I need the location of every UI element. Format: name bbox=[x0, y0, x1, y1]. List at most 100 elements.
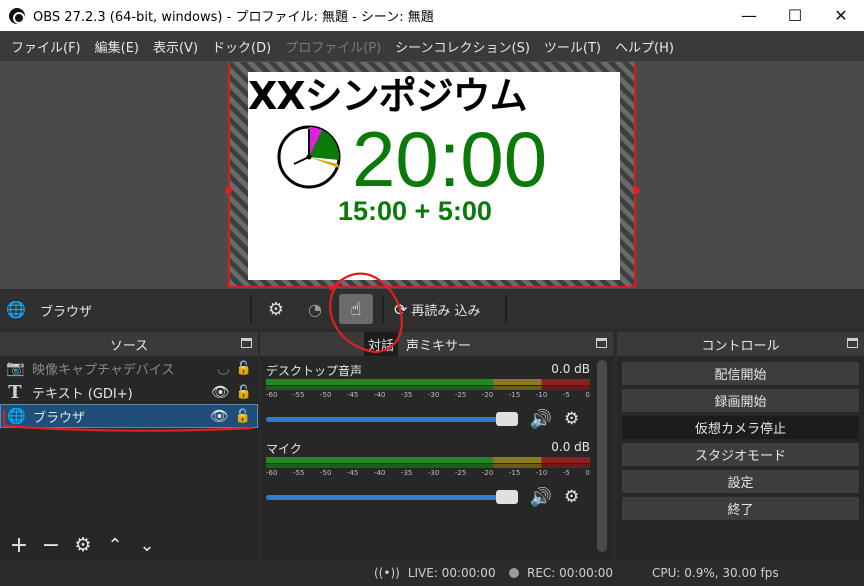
menu-profile: プロファイル(P) bbox=[285, 40, 382, 56]
menu-view[interactable]: 表示(V) bbox=[146, 37, 205, 56]
settings-button[interactable]: 設定 bbox=[622, 470, 859, 493]
undock-icon[interactable] bbox=[241, 338, 252, 348]
lock-icon[interactable]: 🔓 bbox=[236, 385, 252, 400]
eye-icon[interactable]: 👁 bbox=[211, 383, 230, 401]
cpu-status: CPU: 0.9%, 30.00 fps bbox=[652, 566, 779, 580]
refresh-icon: ⟳ bbox=[394, 300, 408, 319]
channel-name: マイク bbox=[266, 442, 302, 456]
menu-scene-collection[interactable]: シーンコレクション(S) bbox=[388, 37, 537, 56]
browser-source-canvas: XXシンポジウム 20:00 15:00 + 5:00 bbox=[248, 72, 620, 280]
text-icon: T bbox=[8, 381, 22, 403]
eye-hidden-icon[interactable]: ◡ bbox=[217, 359, 230, 377]
sources-toolbar: + − ⚙ ⌃ ⌄ bbox=[0, 530, 258, 560]
separator bbox=[505, 295, 507, 323]
controls-title: コントロール bbox=[701, 338, 780, 354]
separator bbox=[250, 295, 252, 323]
volume-slider[interactable] bbox=[266, 411, 518, 426]
audio-mixer-dock: 対話 声ミキサー デスクトップ音声 0.0 dB -60 -55 -50 -45 -40… bbox=[260, 332, 613, 560]
menu-file[interactable]: ファイル(F) bbox=[4, 37, 88, 56]
channel-gear-icon[interactable]: ⚙ bbox=[564, 487, 579, 507]
level-meter-peak bbox=[266, 464, 590, 468]
resize-handle-left[interactable] bbox=[225, 187, 232, 194]
source-context-bar: 🌐 ブラウザ ⚙ ◔ ☝ ⟳ 再読み 込み bbox=[0, 289, 864, 329]
globe-icon: 🌐 bbox=[7, 407, 26, 425]
live-status: ((•)) LIVE: 00:00:00 bbox=[374, 566, 496, 580]
level-meter bbox=[266, 379, 590, 385]
camera-icon: 📷 bbox=[6, 359, 25, 377]
maximize-button[interactable]: ☐ bbox=[772, 0, 818, 31]
start-streaming-button[interactable]: 配信開始 bbox=[622, 362, 859, 385]
sources-header: ソース bbox=[0, 332, 258, 356]
level-meter-peak bbox=[266, 386, 590, 390]
interact-hand-button[interactable]: ☝ bbox=[339, 294, 373, 324]
studio-mode-button[interactable]: スタジオモード bbox=[622, 443, 859, 466]
source-name: 映像キャプチャデバイス bbox=[32, 362, 175, 378]
title-bar: OBS 27.2.3 (64-bit, windows) - プロファイル: 無… bbox=[0, 0, 864, 31]
tab-audio-mixer[interactable]: 声ミキサー bbox=[406, 332, 471, 356]
channel-level: 0.0 dB bbox=[551, 440, 590, 454]
move-up-chevron-icon[interactable]: ⌃ bbox=[102, 535, 128, 556]
controls-dock: コントロール 配信開始 録画開始 仮想カメラ停止 スタジオモード 設定 終了 bbox=[617, 332, 864, 560]
record-dot-icon bbox=[509, 568, 519, 578]
exit-button[interactable]: 終了 bbox=[622, 497, 859, 520]
menu-help[interactable]: ヘルプ(H) bbox=[608, 37, 681, 56]
minimize-button[interactable]: — bbox=[726, 0, 772, 31]
rec-status: REC: 00:00:00 bbox=[509, 566, 613, 580]
controls-header: コントロール bbox=[617, 332, 864, 356]
menu-dock[interactable]: ドック(D) bbox=[205, 37, 278, 56]
refresh-button[interactable]: ⟳ 再読み 込み bbox=[394, 300, 481, 319]
time-breakdown: 15:00 + 5:00 bbox=[338, 196, 492, 226]
lock-icon[interactable]: 🔓 bbox=[235, 409, 251, 424]
preview-title: XXシンポジウム bbox=[248, 74, 528, 118]
speaker-icon[interactable]: 🔊 bbox=[528, 487, 554, 508]
volume-slider-knob[interactable] bbox=[496, 411, 518, 426]
properties-gear-icon[interactable]: ⚙ bbox=[265, 298, 287, 320]
source-item-browser[interactable]: 🌐 ブラウザ 👁 🔓 bbox=[0, 404, 258, 428]
volume-slider-knob[interactable] bbox=[496, 489, 518, 504]
channel-name: デスクトップ音声 bbox=[266, 364, 363, 378]
channel-level: 0.0 dB bbox=[551, 362, 590, 376]
speaker-icon[interactable]: 🔊 bbox=[528, 409, 554, 430]
meter-scale: -60 -55 -50 -45 -40 -35 -30 -25 -20 -15 -10 -5 0 bbox=[266, 469, 590, 477]
resize-handle-right[interactable] bbox=[633, 187, 640, 194]
undock-icon[interactable] bbox=[596, 338, 607, 348]
context-source-name: ブラウザ bbox=[40, 305, 93, 320]
eye-icon[interactable]: 👁 bbox=[210, 407, 229, 425]
meter-scale: -60 -55 -50 -45 -40 -35 -30 -25 -20 -15 -10 -5 0 bbox=[266, 391, 590, 399]
sources-dock: ソース 📷 映像キャプチャデバイス ◡ 🔓 T テキスト (GDI+) 👁 🔓 … bbox=[0, 332, 258, 560]
undock-icon[interactable] bbox=[847, 338, 858, 348]
separator bbox=[382, 295, 384, 323]
remove-source-icon[interactable]: − bbox=[38, 533, 64, 558]
source-item-video-capture[interactable]: 📷 映像キャプチャデバイス ◡ 🔓 bbox=[0, 356, 258, 380]
mixer-tabs: 対話 声ミキサー bbox=[260, 332, 613, 356]
source-name: ブラウザ bbox=[33, 410, 86, 426]
add-source-icon[interactable]: + bbox=[6, 533, 32, 558]
source-name: テキスト (GDI+) bbox=[32, 386, 133, 402]
window-title: OBS 27.2.3 (64-bit, windows) - プロファイル: 無… bbox=[33, 10, 434, 25]
filters-icon[interactable]: ◔ bbox=[304, 298, 326, 320]
stop-virtual-camera-button[interactable]: 仮想カメラ停止 bbox=[622, 416, 859, 439]
source-properties-gear-icon[interactable]: ⚙ bbox=[70, 534, 96, 556]
mixer-channel-mic: マイク 0.0 dB -60 -55 -50 -45 -40 -35 -30 -25 -20 -1… bbox=[266, 440, 590, 508]
source-item-text[interactable]: T テキスト (GDI+) 👁 🔓 bbox=[0, 380, 258, 404]
level-meter bbox=[266, 457, 590, 463]
broadcast-icon: ((•)) bbox=[374, 566, 400, 580]
preview-area[interactable]: XXシンポジウム 20:00 15:00 + 5:00 bbox=[0, 61, 864, 289]
menu-edit[interactable]: 編集(E) bbox=[88, 37, 146, 56]
status-bar: ((•)) LIVE: 00:00:00 REC: 00:00:00 CPU: 0… bbox=[0, 562, 864, 586]
start-recording-button[interactable]: 録画開始 bbox=[622, 389, 859, 412]
volume-slider[interactable] bbox=[266, 489, 518, 504]
globe-icon: 🌐 bbox=[6, 299, 26, 319]
close-button[interactable]: ✕ bbox=[818, 0, 864, 31]
mixer-scrollbar[interactable] bbox=[597, 360, 607, 552]
hand-icon: ☝ bbox=[350, 298, 362, 320]
lock-icon[interactable]: 🔓 bbox=[236, 361, 252, 376]
menu-tools[interactable]: ツール(T) bbox=[537, 37, 608, 56]
move-down-chevron-icon[interactable]: ⌄ bbox=[134, 535, 160, 556]
refresh-label: 再読み 込み bbox=[411, 304, 481, 319]
tab-dialog[interactable]: 対話 bbox=[364, 332, 399, 356]
countdown-time: 20:00 bbox=[352, 115, 548, 203]
channel-gear-icon[interactable]: ⚙ bbox=[564, 409, 579, 429]
sources-title: ソース bbox=[109, 338, 149, 354]
clock-icon bbox=[277, 125, 341, 189]
